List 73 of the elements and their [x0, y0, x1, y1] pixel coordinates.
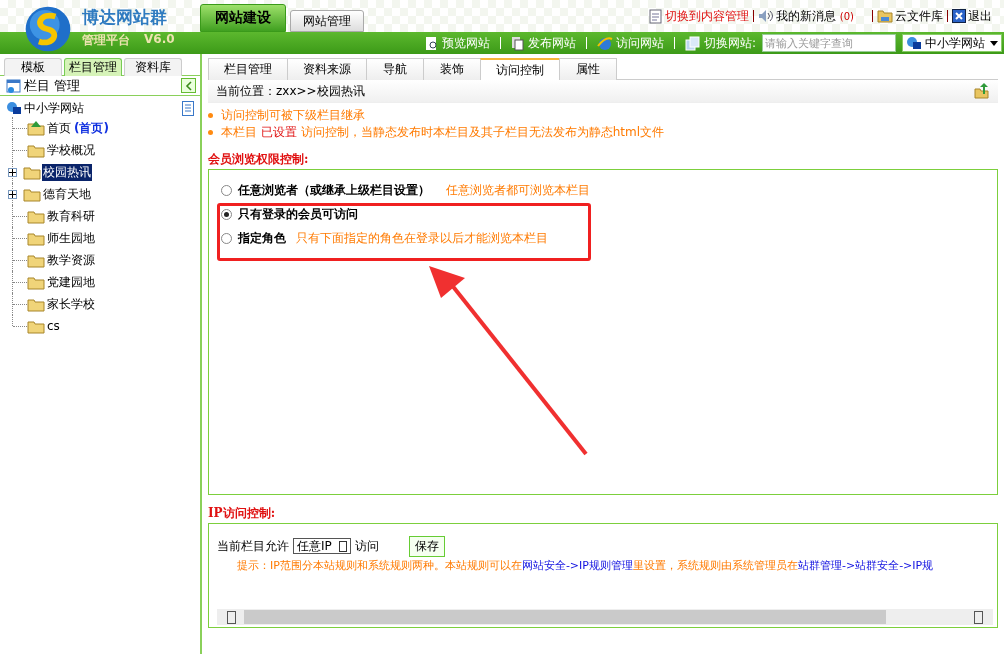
tree-item[interactable]: 中小学网站 — [24, 99, 84, 117]
sidebar-tab[interactable]: 模板 — [4, 58, 62, 76]
sidebar-tab[interactable]: 资料库 — [124, 58, 182, 76]
tree-item[interactable]: 党建园地 — [46, 273, 96, 291]
link[interactable]: 站群管理->站群安全->IP规 — [797, 559, 934, 572]
close-icon — [952, 9, 966, 23]
magnifier-icon — [424, 35, 439, 51]
content-tab[interactable]: 装饰 — [423, 58, 481, 80]
calendar-icon — [6, 77, 22, 94]
globe-icon — [906, 35, 922, 51]
folder-up-icon[interactable] — [974, 83, 990, 99]
save-button[interactable]: 保存 — [409, 535, 445, 557]
top-link[interactable]: 云文件库 — [877, 7, 943, 25]
pages-icon — [684, 35, 701, 51]
content-tab[interactable]: 资料来源 — [287, 58, 367, 80]
plus-icon — [9, 168, 16, 176]
tree-item[interactable]: 师生园地 — [46, 229, 96, 247]
option-note: 只有下面指定的角色在登录以后才能浏览本栏目 — [296, 229, 548, 247]
radio-button[interactable] — [221, 232, 232, 244]
tree-item[interactable]: 学校概况 — [46, 141, 96, 159]
ip-select[interactable]: 任意IP — [293, 538, 351, 554]
browser-icon — [596, 35, 613, 51]
option-label: 指定角色 — [238, 229, 286, 247]
note-text: 访问控制可被下级栏目继承 — [221, 107, 365, 124]
tree-item[interactable]: cs — [46, 319, 61, 333]
panel-title: 栏目 管理 — [24, 76, 81, 95]
tree-item[interactable]: 德育天地 — [42, 185, 92, 203]
content-tab[interactable]: 栏目管理 — [208, 58, 288, 80]
main-tab[interactable]: 网站管理 — [290, 10, 364, 32]
scrollbar[interactable] — [217, 609, 993, 625]
speaker-icon — [757, 9, 774, 23]
document-icon — [510, 35, 525, 51]
version-label: V6.0 — [144, 32, 175, 48]
option-label: 只有登录的会员可访问 — [238, 205, 358, 223]
plus-icon — [9, 190, 16, 198]
note-text: 本栏目 已设置 访问控制，当静态发布时本栏目及其子栏目无法发布为静态html文件 — [221, 124, 664, 141]
option-note: 任意浏览者都可浏览本栏目 — [446, 181, 590, 199]
site-select[interactable]: 中小学网站 — [902, 34, 1002, 52]
logo-subtitle: 管理平台 — [82, 32, 130, 49]
search-field[interactable]: 请输入关键字查询 — [762, 34, 896, 52]
expand-button[interactable] — [8, 167, 17, 177]
tree-item[interactable]: 首页 (首页) — [46, 119, 110, 137]
tree-item[interactable]: 校园热讯 — [42, 163, 92, 181]
link[interactable]: 网站安全->IP规则管理 — [521, 559, 633, 572]
content-tab[interactable]: 访问控制 — [480, 58, 560, 81]
section-title: 会员浏览权限控制: — [208, 151, 310, 168]
field-label: 访问 — [355, 537, 379, 555]
content-tab[interactable]: 导航 — [366, 58, 424, 80]
globe-icon — [6, 100, 22, 116]
radio-button[interactable] — [221, 208, 232, 220]
sidebar-tab[interactable]: 栏目管理 — [64, 58, 122, 76]
top-link[interactable]: 切换到内容管理 — [648, 7, 749, 25]
radio-button[interactable] — [221, 184, 232, 196]
folder-icon — [877, 9, 893, 23]
tree-item[interactable]: 家长学校 — [46, 295, 96, 313]
list-icon — [182, 100, 194, 116]
breadcrumb: 当前位置：zxx>>校园热讯 — [216, 82, 365, 100]
document-icon — [648, 8, 663, 24]
option-label: 任意浏览者（或继承上级栏目设置） — [238, 181, 430, 199]
top-link[interactable]: 退出 — [952, 7, 992, 25]
content-tab[interactable]: 属性 — [559, 58, 617, 80]
top-link[interactable]: 我的新消息 (0) — [757, 7, 868, 25]
logo-title: 博达网站群 — [82, 6, 168, 29]
dropdown-icon — [990, 40, 998, 46]
tip-text: 提示：IP范围分本站规则和系统规则两种。本站规则可以在网站安全->IP规则管理里设置，系统规则由系统管理员在站群管理->站群安全->IP规 — [236, 558, 935, 573]
tree-item[interactable]: 教育科研 — [46, 207, 96, 225]
expand-button[interactable] — [8, 189, 17, 199]
main-tab[interactable]: 网站建设 — [200, 4, 286, 32]
chevron-left-icon — [184, 80, 193, 91]
section-title: IP访问控制: — [208, 505, 277, 522]
collapse-button[interactable] — [181, 78, 196, 93]
tree-item[interactable]: 教学资源 — [46, 251, 96, 269]
field-label: 当前栏目允许 — [217, 537, 289, 555]
